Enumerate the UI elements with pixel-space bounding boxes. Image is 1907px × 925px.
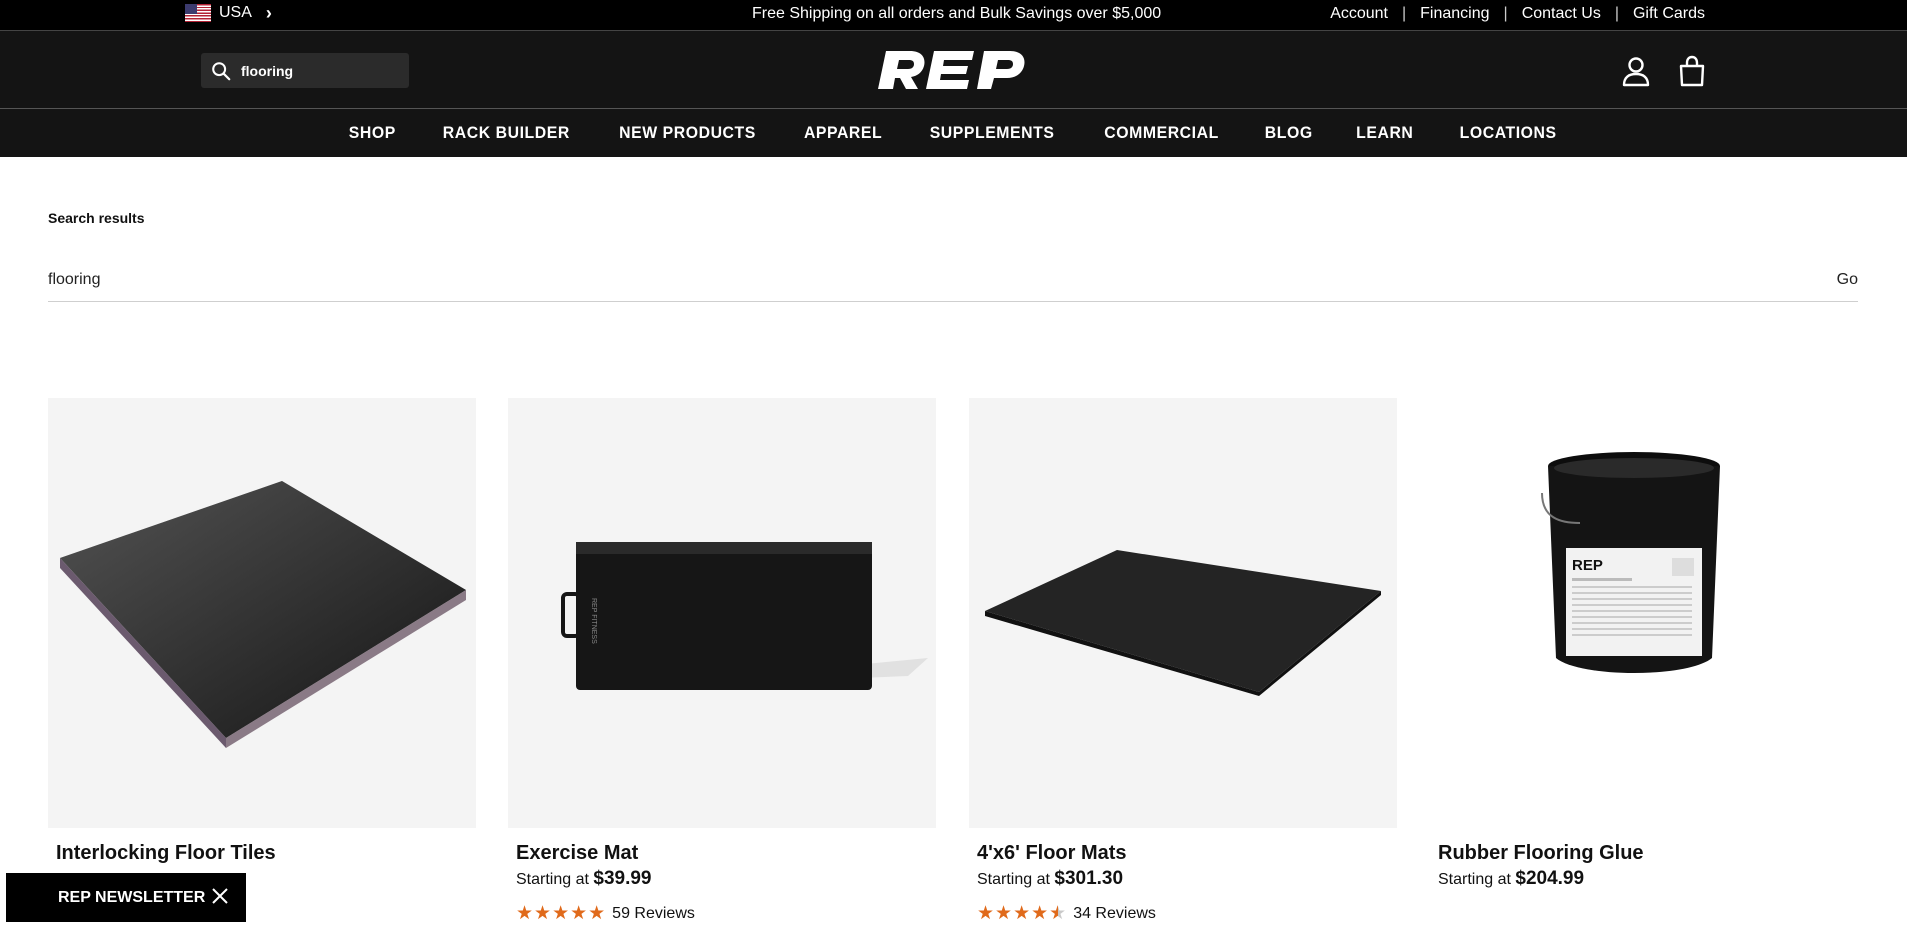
- price-amount: $39.99: [593, 868, 652, 889]
- product-name[interactable]: Rubber Flooring Glue: [1438, 842, 1858, 865]
- header-search-input[interactable]: flooring: [201, 53, 409, 88]
- page-title: Search results: [48, 210, 145, 226]
- product-name[interactable]: Exercise Mat: [516, 842, 936, 865]
- price-prefix: Starting at: [977, 871, 1050, 888]
- product-card[interactable]: Interlocking Floor Tiles: [48, 398, 476, 865]
- newsletter-label: REP NEWSLETTER: [58, 888, 206, 906]
- country-selector[interactable]: USA ›: [185, 4, 272, 22]
- newsletter-tab[interactable]: REP NEWSLETTER: [6, 873, 246, 922]
- product-price: Starting at $39.99: [516, 868, 936, 890]
- rep-logo[interactable]: [876, 49, 1030, 91]
- product-price: Starting at $204.99: [1438, 868, 1858, 890]
- financing-link[interactable]: Financing: [1420, 5, 1489, 23]
- nav-item-supplements[interactable]: SUPPLEMENTS: [911, 123, 1073, 143]
- nav-item-learn[interactable]: LEARN: [1338, 123, 1432, 143]
- nav-item-apparel[interactable]: APPAREL: [786, 123, 901, 143]
- price-prefix: Starting at: [1438, 871, 1511, 888]
- go-button[interactable]: Go: [1837, 271, 1858, 289]
- price-amount: $204.99: [1515, 868, 1585, 889]
- price-amount: $301.30: [1054, 868, 1124, 889]
- svg-text:REP: REP: [1572, 557, 1603, 574]
- product-name[interactable]: 4'x6' Floor Mats: [977, 842, 1397, 865]
- results-search-input[interactable]: flooring Go: [48, 262, 1858, 302]
- chevron-right-icon: ›: [265, 3, 272, 23]
- separator: |: [1503, 5, 1508, 22]
- product-image[interactable]: [48, 398, 476, 828]
- product-card[interactable]: REP FITNESS Exercise Mat Starting at $39…: [508, 398, 936, 925]
- nav-item-locations[interactable]: LOCATIONS: [1441, 123, 1575, 143]
- svg-text:REP FITNESS: REP FITNESS: [590, 598, 597, 644]
- price-prefix: Starting at: [516, 871, 589, 888]
- product-rating[interactable]: ★★★★★ 34 Reviews: [977, 902, 1397, 925]
- separator: |: [1614, 5, 1619, 22]
- product-rating[interactable]: ★★★★★ 59 Reviews: [516, 902, 936, 925]
- review-count: 59 Reviews: [612, 904, 695, 922]
- product-name[interactable]: Interlocking Floor Tiles: [56, 842, 476, 865]
- announcement-bar: USA › Free Shipping on all orders and Bu…: [0, 0, 1907, 30]
- nav-item-shop[interactable]: SHOP: [330, 123, 414, 143]
- utility-links: Account | Financing | Contact Us | Gift …: [1330, 5, 1705, 23]
- nav-item-new-products[interactable]: NEW PRODUCTS: [601, 123, 775, 143]
- product-card[interactable]: 4'x6' Floor Mats Starting at $301.30 ★★★…: [969, 398, 1397, 925]
- product-card[interactable]: REP Rubber Flooring Glue Starting at $20…: [1430, 398, 1858, 890]
- close-icon[interactable]: [210, 886, 230, 906]
- search-icon: [212, 62, 231, 81]
- star-rating-icon: ★★★★★: [516, 903, 607, 924]
- product-price: Starting at $301.30: [977, 868, 1397, 890]
- product-image[interactable]: REP: [1430, 398, 1858, 828]
- nav-item-blog[interactable]: BLOG: [1246, 123, 1331, 143]
- account-icon[interactable]: [1621, 55, 1651, 87]
- header-search-value: flooring: [241, 62, 294, 79]
- star-rating-icon: ★★★★★: [977, 903, 1068, 924]
- main-nav: SHOP RACK BUILDER NEW PRODUCTS APPAREL S…: [0, 108, 1907, 157]
- account-link[interactable]: Account: [1330, 5, 1388, 23]
- product-image[interactable]: REP FITNESS: [508, 398, 936, 828]
- cart-icon[interactable]: [1677, 55, 1707, 87]
- results-search-value: flooring: [48, 271, 101, 288]
- country-label: USA: [219, 4, 252, 21]
- gift-cards-link[interactable]: Gift Cards: [1633, 5, 1705, 23]
- contact-us-link[interactable]: Contact Us: [1522, 5, 1601, 23]
- product-image[interactable]: [969, 398, 1397, 828]
- us-flag-icon: [185, 4, 211, 22]
- review-count: 34 Reviews: [1073, 904, 1156, 922]
- nav-item-rack-builder[interactable]: RACK BUILDER: [424, 123, 588, 143]
- site-header: flooring: [0, 30, 1907, 108]
- nav-item-commercial[interactable]: COMMERCIAL: [1085, 123, 1237, 143]
- promo-text: Free Shipping on all orders and Bulk Sav…: [752, 5, 1162, 22]
- separator: |: [1402, 5, 1407, 22]
